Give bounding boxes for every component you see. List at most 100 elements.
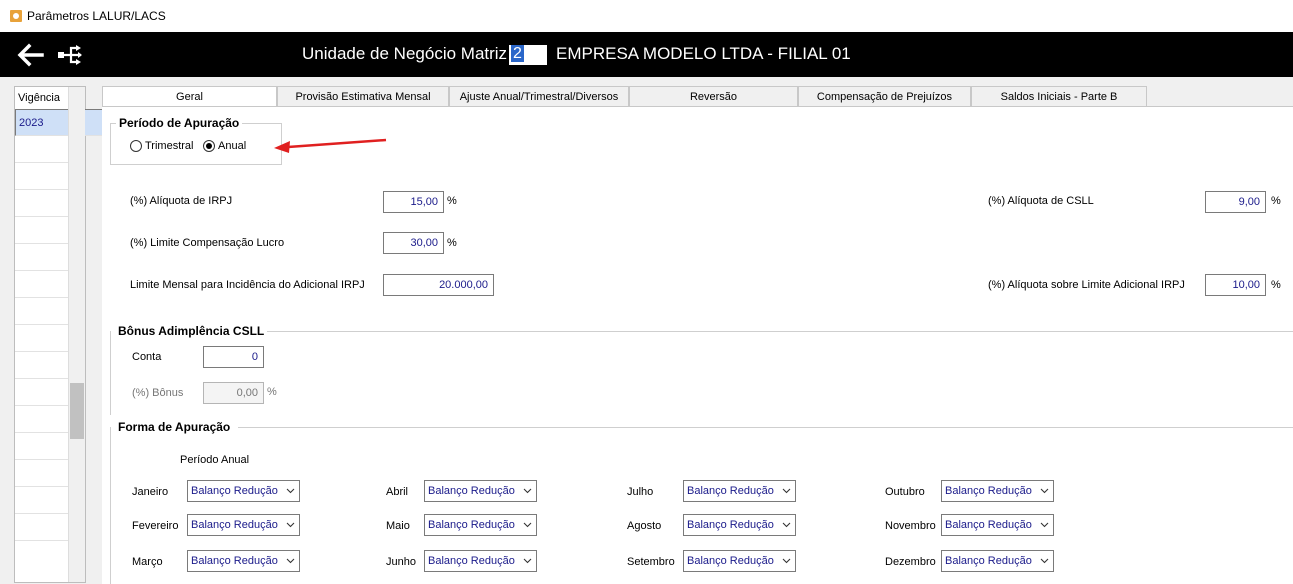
- radio-anual[interactable]: Anual: [203, 140, 246, 152]
- empty-row: [15, 514, 70, 541]
- empty-row: [15, 379, 70, 406]
- annotation-arrow-icon: [274, 138, 387, 153]
- month-label: Outubro: [885, 486, 925, 498]
- empty-row: [15, 325, 70, 352]
- forma-separator: [238, 427, 1293, 428]
- month-select[interactable]: Balanço Redução: [941, 480, 1054, 502]
- empty-row: [15, 136, 70, 163]
- empty-row: [15, 460, 70, 487]
- irpj-label: (%) Alíquota de IRPJ: [130, 195, 233, 207]
- month-select[interactable]: Balanço Redução: [941, 550, 1054, 572]
- bonus-pct-sign: %: [267, 386, 277, 398]
- back-arrow-icon[interactable]: [16, 43, 44, 67]
- month-select-value: Balanço Redução: [191, 485, 278, 497]
- month-label: Abril: [386, 486, 409, 498]
- title-bar: Parâmetros LALUR/LACS: [0, 0, 1293, 32]
- radio-trimestral[interactable]: Trimestral: [130, 140, 193, 152]
- chevron-down-icon: [523, 488, 532, 494]
- tab-compensacao-prejuizos[interactable]: Compensação de Prejuízos: [798, 86, 971, 107]
- bonus-input: 0,00: [203, 382, 264, 404]
- month-label: Março: [132, 556, 163, 568]
- tab-bar: Geral Provisão Estimativa Mensal Ajuste …: [102, 86, 1147, 107]
- toolbar: Unidade de Negócio Matriz 2 EMPRESA MODE…: [0, 32, 1293, 77]
- empty-row: [15, 298, 70, 325]
- month-select-value: Balanço Redução: [687, 519, 774, 531]
- tab-provisao-estimativa[interactable]: Provisão Estimativa Mensal: [277, 86, 449, 107]
- month-select[interactable]: Balanço Redução: [424, 550, 537, 572]
- radio-anual-icon: [203, 140, 215, 152]
- bonus-separator: [267, 331, 1293, 332]
- chevron-down-icon: [286, 488, 295, 494]
- scrollbar-thumb[interactable]: [70, 383, 84, 439]
- month-select-value: Balanço Redução: [428, 555, 515, 567]
- month-select-value: Balanço Redução: [945, 555, 1032, 567]
- chevron-down-icon: [523, 558, 532, 564]
- month-label: Setembro: [627, 556, 675, 568]
- empty-row: [15, 190, 70, 217]
- vigencia-header-label: Vigência: [18, 92, 60, 104]
- aliquota-adicional-label: (%) Alíquota sobre Limite Adicional IRPJ: [988, 279, 1185, 291]
- tab-reversao[interactable]: Reversão: [629, 86, 798, 107]
- month-select[interactable]: Balanço Redução: [424, 514, 537, 536]
- csll-input[interactable]: 9,00: [1205, 191, 1266, 213]
- tab-saldos-iniciais[interactable]: Saldos Iniciais - Parte B: [971, 86, 1147, 107]
- tab-geral[interactable]: Geral: [102, 86, 277, 107]
- month-select[interactable]: Balanço Redução: [683, 514, 796, 536]
- month-select[interactable]: Balanço Redução: [187, 480, 300, 502]
- csll-label: (%) Alíquota de CSLL: [988, 195, 1094, 207]
- empty-row: [15, 487, 70, 514]
- limite-compensacao-label: (%) Limite Compensação Lucro: [130, 237, 285, 249]
- month-label: Junho: [386, 556, 416, 568]
- month-select[interactable]: Balanço Redução: [683, 550, 796, 572]
- limite-compensacao-input[interactable]: 30,00: [383, 232, 444, 254]
- month-select-value: Balanço Redução: [428, 519, 515, 531]
- forma-title: Forma de Apuração: [118, 420, 231, 434]
- window-title: Parâmetros LALUR/LACS: [27, 9, 166, 23]
- empty-row: [15, 217, 70, 244]
- chevron-down-icon: [286, 558, 295, 564]
- month-select[interactable]: Balanço Redução: [187, 550, 300, 572]
- empty-row: [15, 406, 70, 433]
- business-unit-code-input[interactable]: 2: [509, 45, 547, 65]
- chevron-down-icon: [1040, 488, 1049, 494]
- month-select-value: Balanço Redução: [687, 555, 774, 567]
- bonus-left-border: [110, 331, 111, 415]
- limite-adicional-label: Limite Mensal para Incidência do Adicion…: [130, 279, 365, 291]
- month-select-value: Balanço Redução: [428, 485, 515, 497]
- empty-row: [15, 352, 70, 379]
- radio-trimestral-label: Trimestral: [145, 140, 194, 152]
- periodo-anual-label: Período Anual: [180, 454, 250, 466]
- company-name: EMPRESA MODELO LTDA - FILIAL 01: [556, 44, 851, 63]
- month-select-value: Balanço Redução: [191, 555, 278, 567]
- irpj-input[interactable]: 15,00: [383, 191, 444, 213]
- radio-trimestral-icon: [130, 140, 142, 152]
- vertical-scrollbar[interactable]: [68, 87, 85, 582]
- empty-row: [15, 244, 70, 271]
- month-select[interactable]: Balanço Redução: [683, 480, 796, 502]
- chevron-down-icon: [782, 488, 791, 494]
- radio-anual-label: Anual: [218, 140, 247, 152]
- month-select[interactable]: Balanço Redução: [424, 480, 537, 502]
- chevron-down-icon: [1040, 558, 1049, 564]
- tab-ajuste-anual[interactable]: Ajuste Anual/Trimestral/Diversos: [449, 86, 629, 107]
- month-select-value: Balanço Redução: [687, 485, 774, 497]
- chevron-down-icon: [782, 558, 791, 564]
- month-select-value: Balanço Redução: [191, 519, 278, 531]
- month-select[interactable]: Balanço Redução: [941, 514, 1054, 536]
- chevron-down-icon: [286, 522, 295, 528]
- month-label: Janeiro: [132, 486, 169, 498]
- bonus-pct-label: (%) Bônus: [132, 387, 184, 399]
- limite-compensacao-pct: %: [447, 237, 457, 249]
- month-label: Agosto: [627, 520, 662, 532]
- tree-structure-icon[interactable]: [57, 44, 83, 66]
- forma-left-border: [110, 427, 111, 584]
- aliquota-adicional-input[interactable]: 10,00: [1205, 274, 1266, 296]
- month-label: Fevereiro: [132, 520, 179, 532]
- month-label: Maio: [386, 520, 410, 532]
- month-label: Julho: [627, 486, 654, 498]
- conta-input[interactable]: 0: [203, 346, 264, 368]
- month-select[interactable]: Balanço Redução: [187, 514, 300, 536]
- chevron-down-icon: [1040, 522, 1049, 528]
- empty-row: [15, 163, 70, 190]
- limite-adicional-input[interactable]: 20.000,00: [383, 274, 494, 296]
